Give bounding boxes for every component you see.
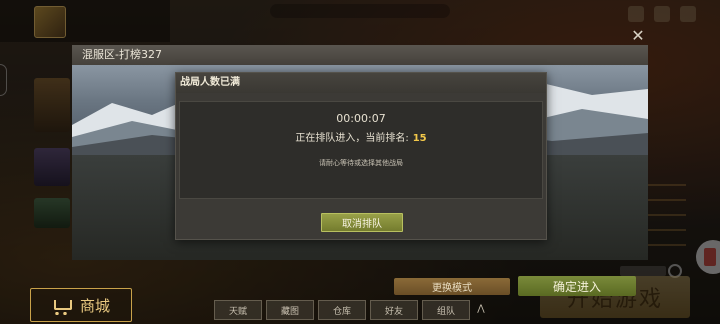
confirm-enter-button[interactable]: 确定进入 bbox=[518, 276, 636, 296]
mall-button[interactable]: 商城 bbox=[30, 288, 132, 322]
dialog-title: 战局人数已满 bbox=[176, 73, 546, 93]
change-mode-button[interactable]: 更换模式 bbox=[394, 278, 510, 295]
cart-icon bbox=[52, 298, 72, 315]
queue-status: 正在排队进入，当前排名: 15 bbox=[180, 129, 542, 144]
bottom-nav-tabs: 天赋 藏图 仓库 好友 组队 ⋀ bbox=[214, 300, 488, 320]
queue-dialog: 战局人数已满 00:00:07 正在排队进入，当前排名: 15 请耐心等待或选择其… bbox=[175, 72, 547, 240]
nav-tab-warehouse[interactable]: 仓库 bbox=[318, 300, 366, 320]
nav-tab-friends[interactable]: 好友 bbox=[370, 300, 418, 320]
queue-hint: 请耐心等待或选择其他战局 bbox=[319, 159, 403, 167]
queue-rank: 15 bbox=[412, 133, 427, 144]
server-panel-title: 混服区-打榜327 bbox=[72, 45, 648, 65]
dialog-content: 00:00:07 正在排队进入，当前排名: 15 请耐心等待或选择其他战局 bbox=[179, 101, 543, 199]
nav-tab-talent[interactable]: 天赋 bbox=[214, 300, 262, 320]
nav-tab-team[interactable]: 组队 bbox=[422, 300, 470, 320]
nav-tab-map[interactable]: 藏图 bbox=[266, 300, 314, 320]
queue-timer: 00:00:07 bbox=[336, 112, 386, 125]
cancel-queue-button[interactable]: 取消排队 bbox=[321, 213, 403, 232]
close-icon[interactable]: ✕ bbox=[631, 28, 645, 44]
nav-expand-icon[interactable]: ⋀ bbox=[474, 300, 488, 318]
mall-label: 商城 bbox=[79, 296, 110, 315]
queue-status-text: 正在排队进入，当前排名: bbox=[295, 133, 409, 144]
